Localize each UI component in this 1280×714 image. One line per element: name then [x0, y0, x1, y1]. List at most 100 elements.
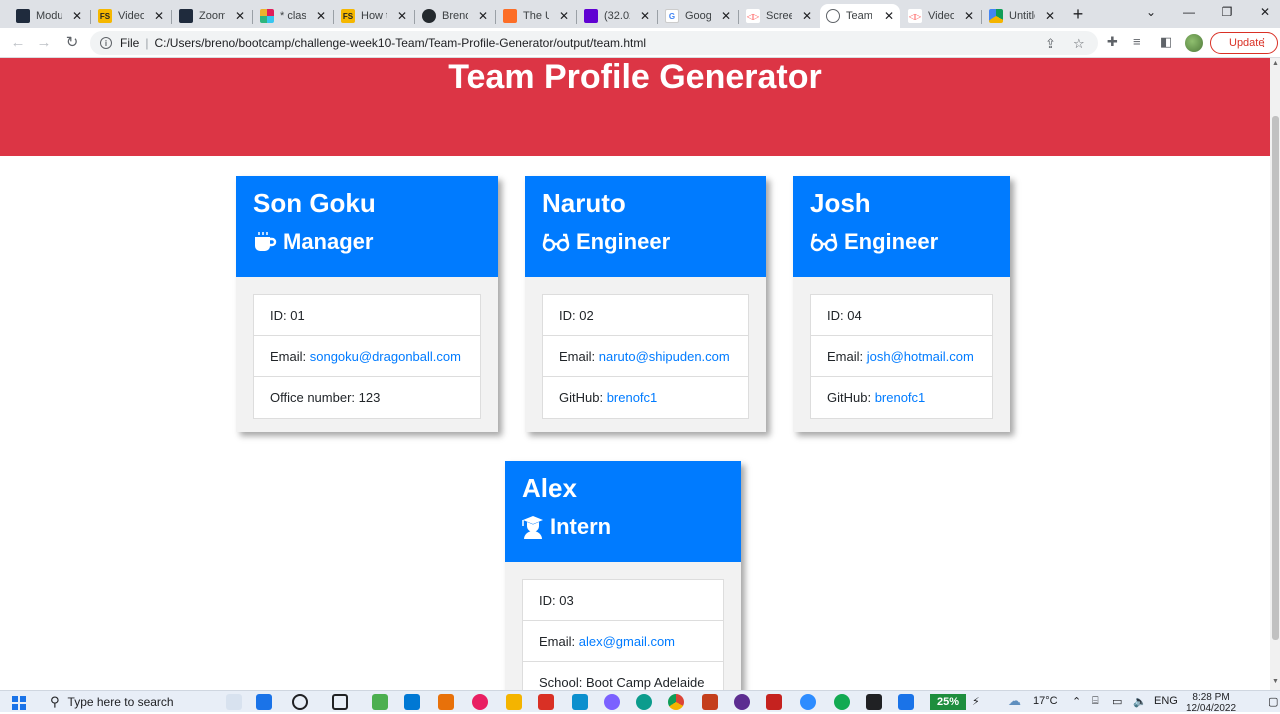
side-panel-icon[interactable]: ◧: [1160, 34, 1172, 50]
app-icon[interactable]: [372, 694, 388, 710]
weather-icon[interactable]: ☁: [1008, 693, 1021, 709]
notifications-icon[interactable]: ▢: [1268, 695, 1278, 708]
close-icon[interactable]: ✕: [884, 9, 894, 23]
close-icon[interactable]: ✕: [1045, 9, 1055, 23]
close-icon[interactable]: ✕: [721, 9, 731, 23]
close-icon[interactable]: ✕: [478, 9, 488, 23]
browser-tab-active[interactable]: Team ✕: [820, 4, 900, 28]
store-icon[interactable]: [256, 694, 272, 710]
gmail-icon[interactable]: [766, 694, 782, 710]
bookmark-star-icon[interactable]: ☆: [1073, 36, 1085, 52]
forward-icon[interactable]: →: [34, 34, 54, 52]
close-icon[interactable]: ✕: [640, 9, 650, 23]
terminal-icon[interactable]: [866, 694, 882, 710]
sublime-icon[interactable]: [438, 694, 454, 710]
taskbar-search[interactable]: ⚲ Type here to search: [44, 691, 224, 713]
employee-role: Intern: [522, 510, 741, 544]
brave-icon[interactable]: [538, 694, 554, 710]
reload-icon[interactable]: ↻: [62, 34, 82, 52]
browser-tab[interactable]: The U ✕: [497, 4, 575, 28]
browser-tab[interactable]: FS Video ✕: [92, 4, 170, 28]
profile-avatar[interactable]: [1185, 34, 1203, 52]
file-explorer-icon[interactable]: [506, 694, 522, 710]
slack-icon: [260, 9, 274, 23]
edge-icon[interactable]: [636, 694, 652, 710]
close-icon[interactable]: ✕: [964, 9, 974, 23]
card-header: Josh Engineer: [793, 176, 1010, 277]
scrollbar-thumb[interactable]: [1272, 116, 1279, 640]
extensions-icon[interactable]: ✚: [1107, 34, 1118, 50]
browser-tab[interactable]: Modu ✕: [10, 4, 88, 28]
minimize-icon[interactable]: —: [1174, 5, 1204, 19]
app-icon[interactable]: [734, 694, 750, 710]
battery-indicator[interactable]: 25%: [930, 694, 966, 710]
cortana-icon[interactable]: [292, 694, 308, 710]
tab-search-icon[interactable]: ⌄: [1136, 5, 1166, 19]
address-bar[interactable]: i File | C:/Users/breno/bootcamp/challen…: [90, 31, 1098, 55]
close-icon[interactable]: ✕: [72, 9, 82, 23]
clock-time: 8:28 PM: [1192, 692, 1230, 703]
info-icon[interactable]: i: [100, 37, 112, 49]
close-icon[interactable]: ✕: [397, 9, 407, 23]
module-icon: [16, 9, 30, 23]
browser-tab[interactable]: * class✕: [254, 4, 332, 28]
powerpoint-icon[interactable]: [702, 694, 718, 710]
browser-tab[interactable]: ◁▷Screen✕: [740, 4, 818, 28]
media-queue-icon[interactable]: ≡: [1133, 34, 1141, 49]
employee-card: Alex Intern ID: 03 Email: alex@gmail.com…: [505, 461, 741, 690]
scroll-up-icon[interactable]: ▲: [1272, 60, 1279, 67]
github-link[interactable]: brenofc1: [607, 390, 658, 405]
search-placeholder: Type here to search: [67, 695, 174, 709]
close-icon[interactable]: ✕: [154, 9, 164, 23]
search-highlight-icon[interactable]: [226, 694, 242, 710]
browser-tab[interactable]: (32.02✕: [578, 4, 656, 28]
mail-icon: [584, 9, 598, 23]
windows-start-icon[interactable]: [12, 696, 26, 710]
browser-tab[interactable]: Untitle✕: [983, 4, 1061, 28]
browser-tab[interactable]: GGoogl✕: [659, 4, 737, 28]
more-menu-icon[interactable]: ⋮: [1258, 36, 1269, 49]
vscode-icon[interactable]: [404, 694, 420, 710]
battery-icon[interactable]: ▭: [1112, 695, 1122, 708]
chrome-icon[interactable]: [668, 694, 684, 710]
photos-icon[interactable]: [898, 694, 914, 710]
employee-id: ID: 02: [543, 295, 748, 336]
email-link[interactable]: songoku@dragonball.com: [310, 349, 461, 364]
address-url[interactable]: C:/Users/breno/bootcamp/challenge-week10…: [154, 36, 646, 50]
address-scheme: File: [120, 36, 140, 50]
app-icon[interactable]: [472, 694, 488, 710]
browser-tab[interactable]: ◁▷ Video ✕: [902, 4, 980, 28]
update-button[interactable]: Update ⋮: [1210, 32, 1278, 54]
browser-tab[interactable]: Zoom ✕: [173, 4, 251, 28]
close-icon[interactable]: ✕: [559, 9, 569, 23]
network-icon[interactable]: ⌸: [1092, 695, 1099, 708]
app-icon[interactable]: [572, 694, 588, 710]
mongodb-icon[interactable]: [834, 694, 850, 710]
weather-temp[interactable]: 17°C: [1033, 695, 1058, 707]
task-view-icon[interactable]: [332, 694, 348, 710]
email-link[interactable]: naruto@shipuden.com: [599, 349, 730, 364]
close-icon[interactable]: ✕: [802, 9, 812, 23]
volume-icon[interactable]: 🔈: [1133, 695, 1147, 708]
school: School: Boot Camp Adelaide: [539, 675, 705, 690]
email-link[interactable]: josh@hotmail.com: [867, 349, 974, 364]
employee-name: Son Goku: [253, 188, 376, 218]
app-icon[interactable]: [604, 694, 620, 710]
zoom-icon[interactable]: [800, 694, 816, 710]
chevron-up-icon[interactable]: ⌃: [1072, 695, 1081, 708]
share-icon[interactable]: ⇪: [1045, 36, 1056, 52]
close-icon[interactable]: ✕: [235, 9, 245, 23]
close-icon[interactable]: ✕: [316, 9, 326, 23]
browser-tab[interactable]: FS How t ✕: [335, 4, 413, 28]
back-icon[interactable]: ←: [8, 34, 28, 52]
new-tab-button[interactable]: +: [1070, 4, 1086, 25]
browser-tab[interactable]: Breno✕: [416, 4, 494, 28]
maximize-icon[interactable]: ❐: [1212, 5, 1242, 19]
language-indicator[interactable]: ENG: [1154, 695, 1178, 707]
close-window-icon[interactable]: ✕: [1250, 5, 1280, 19]
github-link[interactable]: brenofc1: [875, 390, 926, 405]
email-link[interactable]: alex@gmail.com: [579, 634, 675, 649]
clock[interactable]: 8:28 PM 12/04/2022: [1186, 692, 1236, 714]
page-title: Team Profile Generator: [448, 58, 822, 96]
scroll-down-icon[interactable]: ▼: [1272, 678, 1279, 685]
